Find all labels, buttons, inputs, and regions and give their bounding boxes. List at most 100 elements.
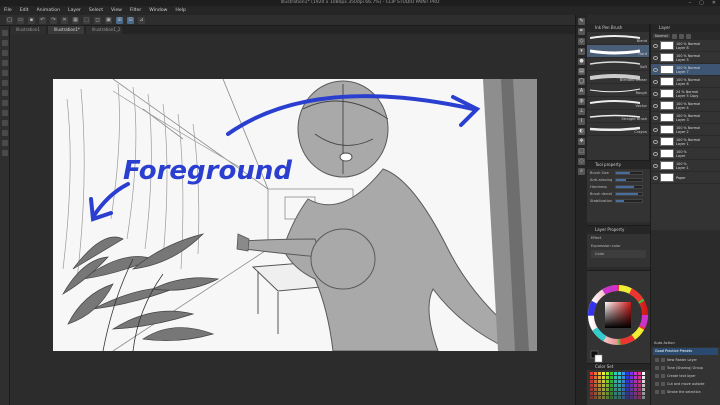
color-swatch[interactable] (590, 388, 593, 391)
color-swatch[interactable] (602, 372, 605, 375)
layer-row[interactable]: Paper (651, 172, 720, 184)
eye-icon[interactable] (653, 151, 658, 156)
eye-icon[interactable] (653, 91, 658, 96)
layer-row[interactable]: 100 % Normal Layer 6 (651, 76, 720, 88)
menu-edit[interactable]: Edit (20, 8, 29, 13)
layer-row[interactable]: 100 % Normal Layer 1 (651, 136, 720, 148)
color-swatch[interactable] (590, 384, 593, 387)
brush-item-soft[interactable]: Soft (587, 58, 649, 71)
property-slider[interactable] (615, 191, 643, 196)
color-swatch[interactable] (602, 396, 605, 399)
panel-zoom-icon[interactable]: ⌕ (578, 168, 585, 175)
color-wheel[interactable] (587, 271, 650, 364)
color-swatch[interactable] (630, 396, 633, 399)
color-swatch[interactable] (634, 376, 637, 379)
fill-tool-icon[interactable] (2, 120, 8, 126)
color-swatch[interactable] (614, 388, 617, 391)
color-swatch[interactable] (594, 372, 597, 375)
clip-icon[interactable] (678, 33, 684, 39)
color-swatch[interactable] (606, 396, 609, 399)
color-swatch[interactable] (634, 396, 637, 399)
color-swatch[interactable] (642, 372, 645, 375)
color-swatch[interactable] (638, 396, 641, 399)
color-swatch[interactable] (594, 388, 597, 391)
fill-icon[interactable]: ▦ (72, 16, 79, 24)
color-swatch[interactable] (614, 392, 617, 395)
color-swatch[interactable] (598, 388, 601, 391)
eyedropper-tool-icon[interactable] (2, 60, 8, 66)
tool-property-row[interactable]: Hardness (587, 183, 650, 190)
color-swatch[interactable] (606, 388, 609, 391)
menu-help[interactable]: Help (175, 8, 185, 13)
color-swatch[interactable] (630, 376, 633, 379)
color-swatch[interactable] (634, 384, 637, 387)
blend-tool-icon[interactable] (2, 110, 8, 116)
brush-item-hard[interactable]: Hard (587, 45, 649, 58)
eye-icon[interactable] (653, 103, 658, 108)
color-swatch[interactable] (622, 372, 625, 375)
color-swatch[interactable] (598, 396, 601, 399)
color-swatch[interactable] (594, 376, 597, 379)
color-swatch[interactable] (630, 384, 633, 387)
color-swatch[interactable] (618, 384, 621, 387)
color-swatch[interactable] (590, 380, 593, 383)
color-swatch[interactable] (626, 396, 629, 399)
layer-row[interactable]: 24 % Normal Layer 5 Copy (651, 88, 720, 100)
color-swatch[interactable] (638, 380, 641, 383)
panel-text-icon[interactable]: A (578, 88, 585, 95)
panel-correct-icon[interactable]: ⌇ (578, 118, 585, 125)
select-all-icon[interactable]: ▣ (105, 16, 112, 24)
color-swatch[interactable] (622, 396, 625, 399)
clear-icon[interactable]: ✕ (61, 16, 68, 24)
color-swatch[interactable] (610, 396, 613, 399)
panel-eraser-icon[interactable]: ◇ (578, 38, 585, 45)
color-swatch[interactable] (622, 376, 625, 379)
save-icon[interactable]: ▪ (28, 16, 35, 24)
color-swatch[interactable] (606, 372, 609, 375)
eye-icon[interactable] (653, 67, 658, 72)
color-swatch[interactable] (626, 392, 629, 395)
color-swatch[interactable] (590, 372, 593, 375)
color-swatch[interactable] (610, 388, 613, 391)
color-swatch[interactable] (594, 380, 597, 383)
color-swatch[interactable] (598, 376, 601, 379)
panel-select-icon[interactable]: ⬚ (578, 148, 585, 155)
color-swatch[interactable] (606, 392, 609, 395)
text-tool-icon[interactable] (2, 150, 8, 156)
color-swatch[interactable] (630, 388, 633, 391)
property-slider[interactable] (615, 177, 643, 182)
color-swatch[interactable] (618, 392, 621, 395)
color-swatch[interactable] (610, 392, 613, 395)
color-swatch[interactable] (634, 392, 637, 395)
color-swatch[interactable] (618, 376, 621, 379)
color-swatch[interactable] (622, 384, 625, 387)
color-swatch[interactable] (610, 372, 613, 375)
color-swatch[interactable] (642, 388, 645, 391)
layer-row[interactable]: 100 % Normal Layer 2 (651, 124, 720, 136)
tool-property-row[interactable]: Stabilization (587, 197, 650, 204)
layer-row[interactable]: 100 % Layer 1 (651, 160, 720, 172)
color-swatch[interactable] (602, 392, 605, 395)
menu-animation[interactable]: Animation (37, 8, 60, 13)
color-swatch[interactable] (614, 376, 617, 379)
artwork-canvas[interactable]: Foreground (53, 79, 537, 351)
layer-row[interactable]: 100 % Normal Layer 8 (651, 40, 720, 52)
color-swatch[interactable] (598, 372, 601, 375)
color-swatch[interactable] (638, 376, 641, 379)
property-slider[interactable] (615, 198, 643, 203)
layer-row[interactable]: 100 % Normal Layer 4 (651, 100, 720, 112)
panel-pen-icon[interactable]: ✒ (578, 28, 585, 35)
eye-icon[interactable] (653, 139, 658, 144)
color-swatch[interactable] (606, 380, 609, 383)
color-swatch[interactable] (634, 388, 637, 391)
zoom-tool-icon[interactable] (2, 30, 8, 36)
auto-action-item[interactable]: Stroke the selection (651, 388, 720, 396)
color-swatch[interactable] (634, 372, 637, 375)
undo-icon[interactable]: ↶ (39, 16, 46, 24)
color-swatch[interactable] (642, 376, 645, 379)
color-swatch[interactable] (642, 392, 645, 395)
menu-filter[interactable]: Filter (130, 8, 141, 13)
color-swatch[interactable] (602, 380, 605, 383)
color-swatch[interactable] (594, 384, 597, 387)
color-swatch[interactable] (614, 380, 617, 383)
